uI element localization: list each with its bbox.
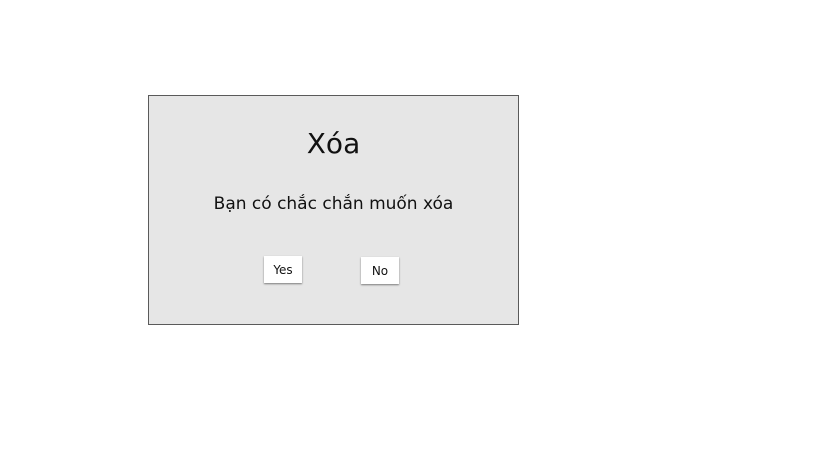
dialog-message: Bạn có chắc chắn muốn xóa [213, 194, 454, 214]
delete-confirm-dialog: Xóa Bạn có chắc chắn muốn xóa Yes No [148, 95, 519, 325]
dialog-title: Xóa [306, 127, 361, 160]
yes-button[interactable]: Yes [264, 256, 302, 283]
no-button[interactable]: No [361, 257, 399, 284]
